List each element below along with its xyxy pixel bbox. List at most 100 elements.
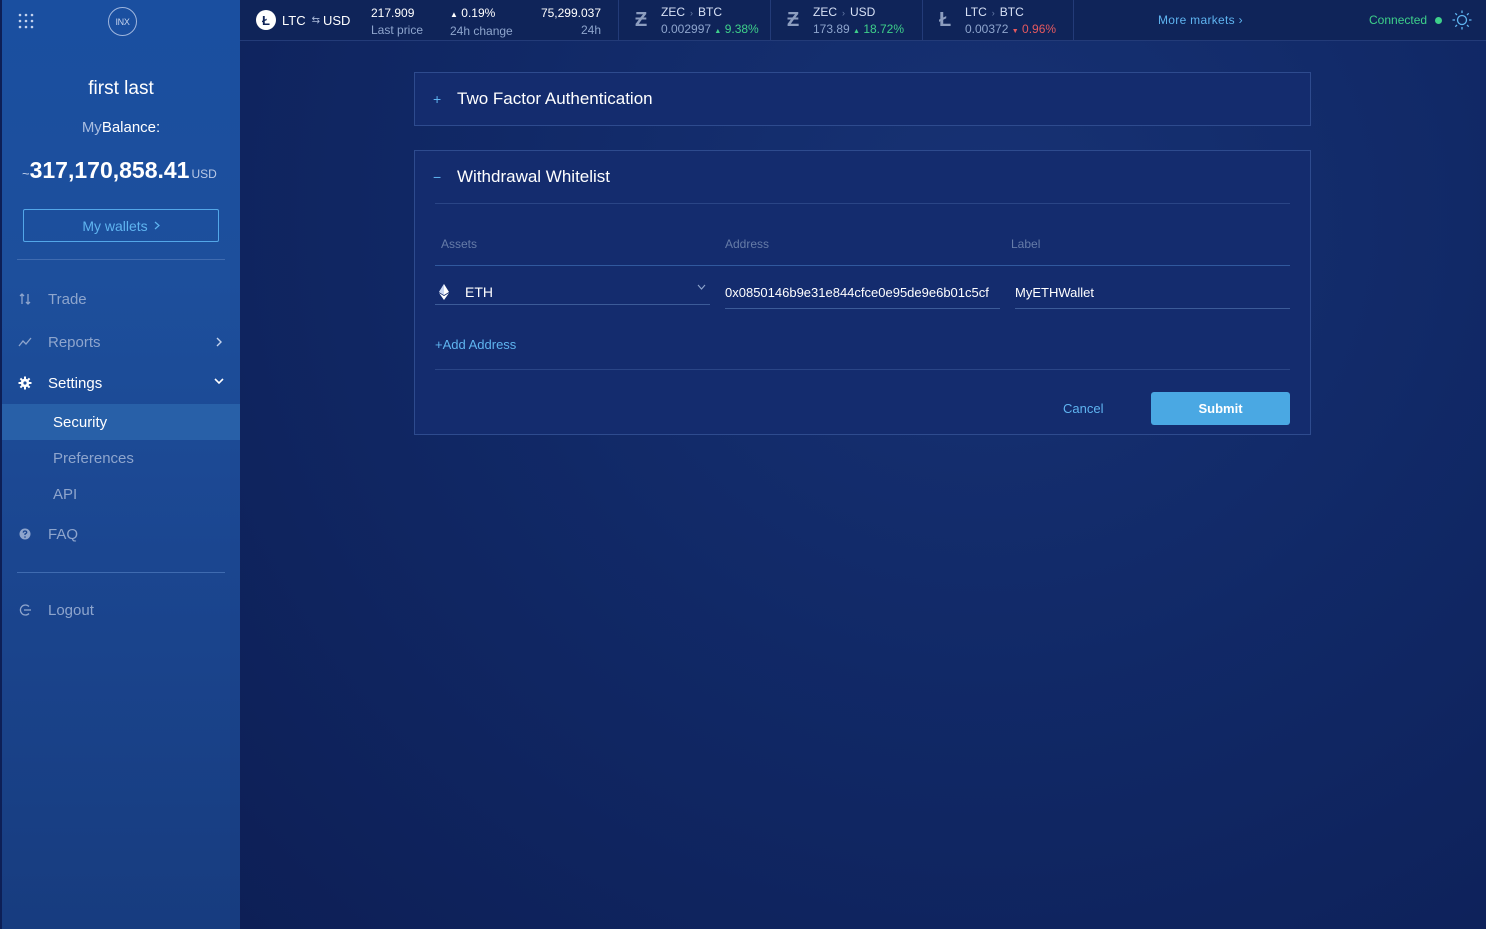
litecoin-icon: Ł	[939, 9, 952, 31]
add-address-link[interactable]: +Add Address	[435, 337, 516, 352]
address-field[interactable]: 0x0850146b9e31e844cfce0e95de9e6b01c5cf	[725, 279, 1000, 309]
sidebar-divider	[17, 259, 225, 260]
sidebar-subitem-label: Preferences	[53, 449, 134, 467]
market-base: LTC	[965, 5, 987, 19]
market-price: 173.89	[813, 22, 850, 36]
balance-label-prefix: My	[81, 119, 102, 136]
market-ticker-item[interactable]: Ł LTC › BTC 0.00372 ▼ 0.96%	[923, 0, 1075, 40]
chevron-right-icon: ›	[690, 8, 693, 18]
main-pair[interactable]: Ł LTC ⇆ USD	[256, 10, 350, 30]
market-ticker-item[interactable]: Ƶ ZEC › BTC 0.002997 ▲ 9.38%	[619, 0, 771, 40]
connection-status: Connected	[1369, 13, 1443, 27]
sidebar-item-reports[interactable]: Reports	[2, 324, 240, 360]
apps-grid-icon[interactable]	[18, 13, 34, 29]
main-ticker[interactable]: Ł LTC ⇆ USD 217.909 Last price ▲ 0.19% 2…	[240, 0, 618, 54]
two-factor-title: Two Factor Authentication	[457, 89, 653, 108]
chevron-right-icon: ›	[842, 8, 845, 18]
sidebar-item-label: Logout	[48, 601, 94, 619]
market-base: ZEC	[813, 5, 837, 19]
connection-status-label: Connected	[1369, 13, 1428, 27]
table-header-underline	[435, 265, 1290, 266]
change-label: 24h change	[450, 24, 513, 38]
arrow-down-icon: ▼	[1011, 28, 1019, 35]
chevron-right-icon: ›	[1238, 13, 1243, 27]
cancel-button[interactable]: Cancel	[1063, 401, 1103, 416]
sidebar-divider	[17, 572, 225, 573]
balance-currency: USD	[191, 167, 217, 181]
theme-toggle-sun-icon[interactable]	[1452, 10, 1472, 30]
collapse-minus-icon: −	[433, 169, 442, 185]
chevron-down-icon	[214, 378, 224, 385]
more-markets-link[interactable]: More markets ›	[1158, 13, 1243, 27]
logout-icon	[19, 604, 31, 616]
withdrawal-whitelist-header[interactable]: − Withdrawal Whitelist	[433, 151, 610, 203]
header-divider	[435, 203, 1290, 204]
sidebar-subitem-security[interactable]: Security	[2, 404, 240, 440]
sidebar-item-trade[interactable]: Trade	[2, 281, 240, 317]
market-quote: USD	[850, 5, 876, 19]
market-quote: BTC	[698, 5, 722, 19]
sidebar-subitem-preferences[interactable]: Preferences	[2, 440, 240, 476]
sidebar: INX first last MyBalance: ~317,170,858.4…	[2, 0, 240, 929]
main-content: + Two Factor Authentication − Withdrawal…	[240, 41, 1486, 929]
change-value: ▲ 0.19%	[450, 5, 513, 23]
market-values: 0.002997 ▲ 9.38%	[661, 22, 759, 36]
trade-arrows-icon	[19, 293, 31, 305]
market-change-text: 9.38%	[724, 22, 759, 36]
my-wallets-label: My wallets	[82, 217, 148, 234]
sidebar-subitem-label: Security	[53, 413, 108, 431]
sidebar-item-faq[interactable]: FAQ	[2, 516, 240, 552]
asset-select[interactable]: ETH	[435, 275, 710, 305]
status-dot-icon	[1435, 16, 1443, 24]
sidebar-item-settings[interactable]: Settings	[2, 365, 240, 401]
market-values: 0.00372 ▼ 0.96%	[965, 22, 1056, 36]
two-factor-panel: + Two Factor Authentication	[414, 72, 1311, 126]
balance-label-main: Balance:	[101, 119, 161, 136]
market-change-text: 0.96%	[1022, 22, 1057, 36]
sidebar-item-label: Trade	[48, 290, 87, 308]
chevron-right-icon	[216, 337, 222, 347]
market-base: ZEC	[661, 5, 685, 19]
market-change: ▲ 9.38%	[714, 22, 758, 36]
sidebar-item-label: Settings	[48, 374, 103, 392]
user-name: first last	[88, 78, 154, 99]
market-ticker-item[interactable]: Ƶ ZEC › USD 173.89 ▲ 18.72%	[771, 0, 923, 40]
market-pair: ZEC › BTC	[661, 5, 722, 19]
ethereum-icon	[439, 284, 449, 300]
gear-icon	[18, 376, 32, 390]
sidebar-subitem-label: API	[53, 485, 78, 503]
main-pair-quote: USD	[323, 12, 351, 28]
logo[interactable]: INX	[108, 7, 137, 36]
market-quote: BTC	[999, 5, 1024, 19]
market-price: 0.002997	[661, 22, 712, 36]
market-change: ▲ 18.72%	[853, 22, 904, 36]
column-header-label: Label	[1011, 237, 1041, 251]
balance-approx: ~	[22, 166, 30, 181]
my-wallets-button[interactable]: My wallets	[23, 209, 219, 242]
arrow-up-icon: ▲	[450, 10, 458, 19]
zcash-icon: Ƶ	[635, 9, 648, 31]
zcash-icon: Ƶ	[787, 9, 800, 31]
app-root: INX first last MyBalance: ~317,170,858.4…	[0, 0, 1486, 929]
asset-select-value: ETH	[465, 284, 493, 300]
submit-button[interactable]: Submit	[1151, 392, 1290, 425]
change-stat: ▲ 0.19% 24h change	[450, 5, 513, 40]
sidebar-item-label: FAQ	[48, 525, 79, 543]
expand-plus-icon: +	[433, 91, 442, 107]
arrow-up-icon: ▲	[714, 28, 722, 35]
market-pair: LTC › BTC	[965, 5, 1024, 19]
market-price: 0.00372	[965, 22, 1009, 36]
sidebar-subitem-api[interactable]: API	[2, 476, 240, 512]
withdrawal-whitelist-panel: − Withdrawal Whitelist Assets Address La…	[414, 150, 1311, 435]
sidebar-item-logout[interactable]: Logout	[2, 592, 240, 628]
two-factor-header[interactable]: + Two Factor Authentication	[433, 73, 653, 125]
trend-chart-icon	[18, 337, 32, 347]
swap-icon: ⇆	[311, 14, 320, 26]
question-circle-icon	[19, 528, 31, 540]
last-price-stat: 217.909 Last price	[371, 5, 423, 39]
market-values: 173.89 ▲ 18.72%	[813, 22, 904, 36]
market-pair: ZEC › USD	[813, 5, 875, 19]
change-value-text: 0.19%	[461, 6, 496, 20]
label-field[interactable]: MyETHWallet	[1015, 279, 1290, 309]
balance-amount: 317,170,858.41	[29, 157, 190, 183]
